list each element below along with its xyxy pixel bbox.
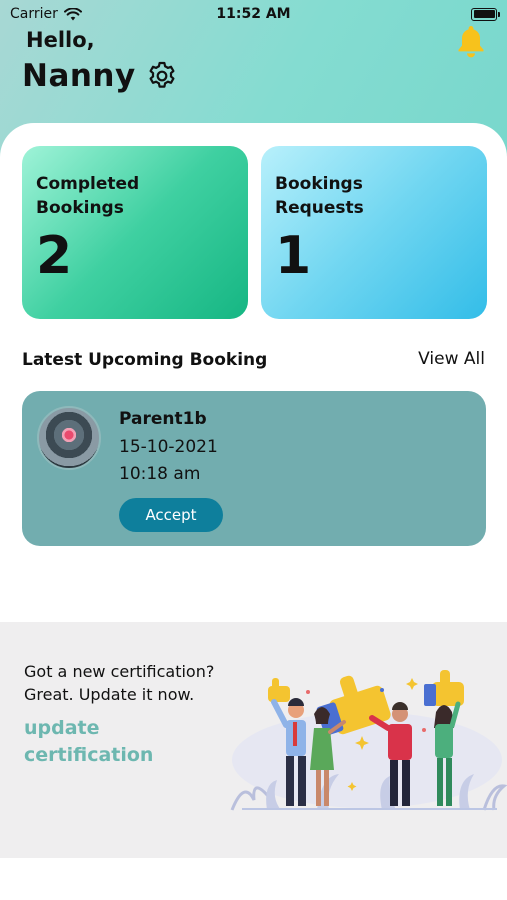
clock: 11:52 AM: [216, 6, 291, 22]
booking-requests-label: Bookings Requests: [275, 174, 364, 218]
view-all-link[interactable]: View All: [418, 349, 485, 369]
certification-banner: Got a new certification? Great. Update i…: [0, 622, 507, 858]
upcoming-booking-card[interactable]: Parent1b 15-10-2021 10:18 am Accept: [22, 391, 486, 546]
user-name-row: Nanny: [22, 58, 178, 94]
completed-bookings-label: Completed Bookings: [36, 174, 140, 218]
greeting: Hello,: [26, 28, 95, 52]
status-bar: Carrier 11:52 AM: [0, 0, 507, 28]
completed-bookings-card[interactable]: Completed Bookings 2: [22, 146, 248, 319]
celebration-illustration: [230, 670, 507, 811]
booking-requests-card[interactable]: Bookings Requests 1: [261, 146, 487, 319]
upcoming-booking-title: Latest Upcoming Booking: [22, 350, 268, 370]
carrier-label: Carrier: [10, 6, 58, 22]
accept-button[interactable]: Accept: [119, 498, 223, 532]
booking-time: 10:18 am: [119, 464, 201, 484]
parent-avatar: [37, 406, 101, 470]
battery-icon: [471, 7, 500, 21]
wifi-icon: [63, 7, 82, 20]
completed-bookings-count: 2: [36, 226, 73, 286]
gear-icon[interactable]: [146, 60, 178, 92]
booking-parent-name: Parent1b: [119, 409, 207, 429]
certification-message: Got a new certification? Great. Update i…: [24, 660, 214, 706]
booking-date: 15-10-2021: [119, 437, 218, 457]
certification-line-1: Got a new certification?: [24, 662, 215, 681]
update-certification-link[interactable]: update certification: [24, 715, 204, 769]
booking-requests-count: 1: [275, 226, 312, 286]
certification-line-2: Great. Update it now.: [24, 685, 195, 704]
bell-icon[interactable]: [455, 24, 487, 58]
user-name: Nanny: [22, 58, 136, 94]
